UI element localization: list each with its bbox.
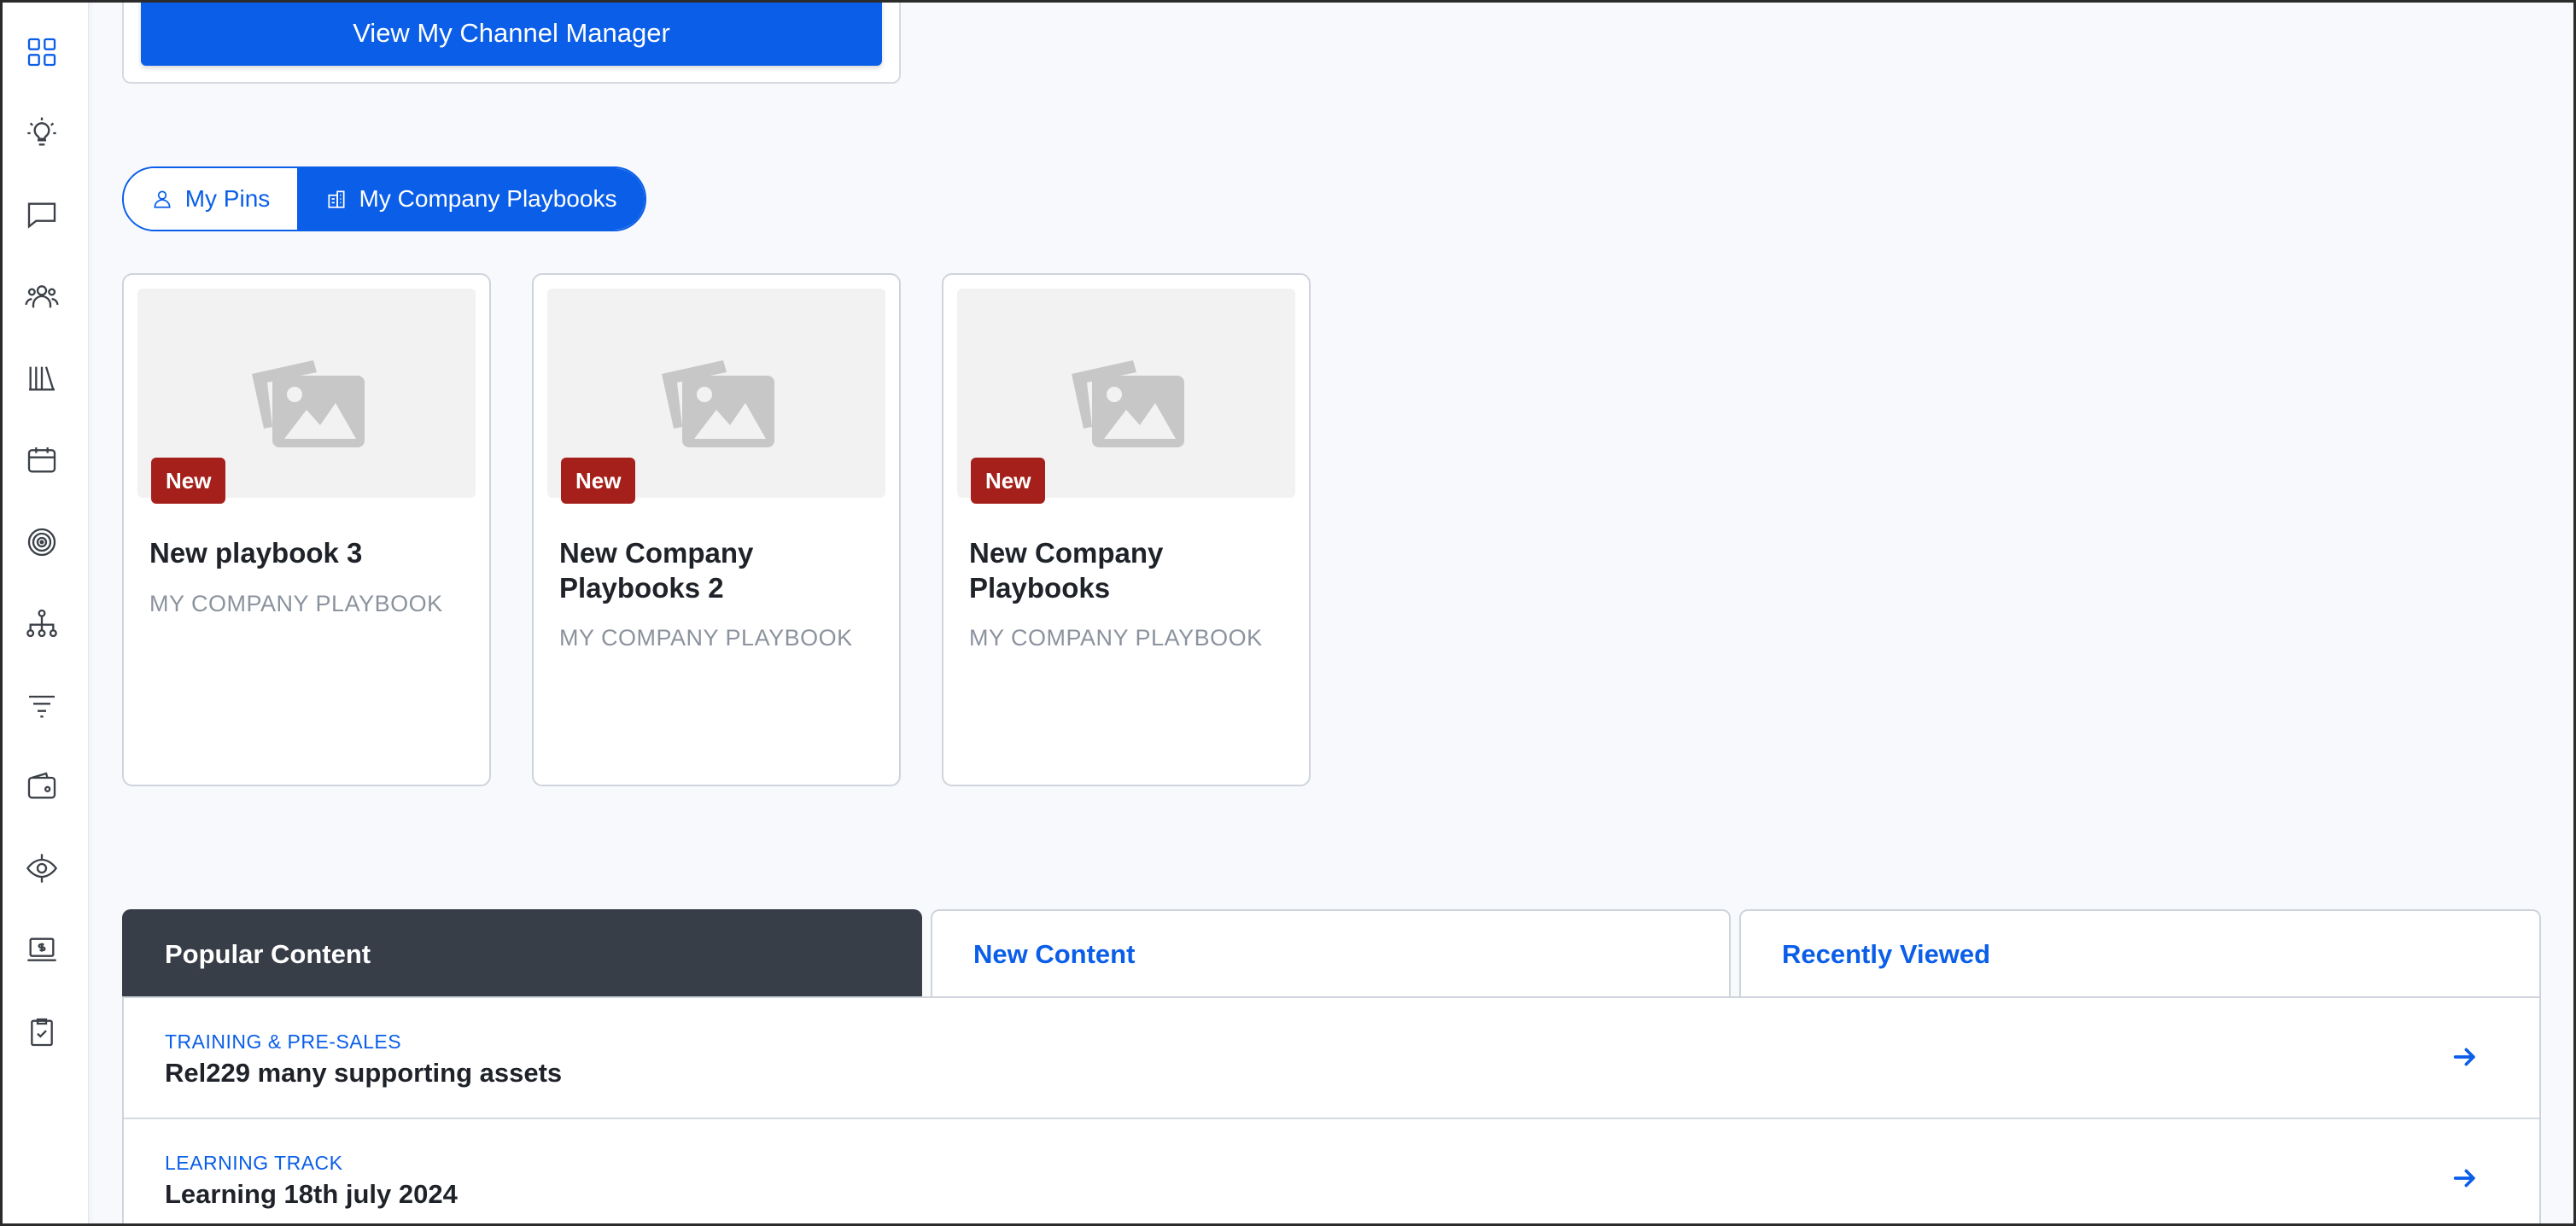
user-icon [154,190,171,208]
org-chart-icon[interactable] [22,604,61,643]
arrow-right-icon[interactable] [2450,1164,2480,1193]
users-group-icon[interactable] [22,277,61,316]
playbook-title: New Company Playbooks [969,537,1164,604]
image-placeholder-icon [1072,360,1184,447]
content-title: Learning 18th july 2024 [165,1179,458,1209]
eye-network-icon[interactable] [22,849,61,888]
playbook-card[interactable]: New New Company Playbooks 2 MY COMPANY P… [532,273,901,786]
playbook-card[interactable]: New New Company Playbooks MY COMPANY PLA… [942,273,1311,786]
dashboard-grid-icon[interactable] [22,32,61,72]
filter-icon[interactable] [22,686,61,725]
laptop-dollar-icon[interactable] [22,931,61,970]
playbook-thumbnail: New [957,289,1295,504]
my-pins-toggle[interactable]: My Pins [124,168,297,230]
list-item[interactable]: LEARNING TRACK Learning 18th july 2024 [124,1119,2539,1226]
lightbulb-icon[interactable] [22,114,61,153]
tab-popular-content[interactable]: Popular Content [122,909,922,998]
new-badge: New [151,458,226,504]
calendar-icon[interactable] [22,441,61,480]
image-placeholder-icon [252,360,365,447]
content-title: Rel229 many supporting assets [165,1058,563,1088]
content-category: LEARNING TRACK [165,1152,343,1174]
new-badge: New [561,458,636,504]
building-icon [328,190,345,208]
image-placeholder-icon [662,360,774,447]
pins-playbooks-toggle: My Pins My Company Playbooks [122,166,646,231]
wallet-icon[interactable] [22,767,61,806]
my-company-playbooks-toggle[interactable]: My Company Playbooks [297,168,645,230]
arrow-right-icon[interactable] [2450,1042,2480,1071]
new-badge: New [971,458,1046,504]
content-list: TRAINING & PRE-SALES Rel229 many support… [122,996,2541,1226]
list-item[interactable]: TRAINING & PRE-SALES Rel229 many support… [124,998,2539,1119]
tab-new-content[interactable]: New Content [931,909,1731,998]
my-company-playbooks-label: My Company Playbooks [359,185,617,212]
playbook-subtitle: MY COMPANY PLAYBOOK [149,591,443,616]
library-books-icon[interactable] [22,359,61,398]
target-icon[interactable] [22,523,61,562]
playbook-card[interactable]: New New playbook 3 MY COMPANY PLAYBOOK [122,273,491,786]
content-category: TRAINING & PRE-SALES [165,1030,402,1053]
chat-bubble-icon[interactable] [22,196,61,235]
sidebar [0,0,89,1226]
view-channel-manager-button[interactable]: View My Channel Manager [141,0,882,66]
playbook-thumbnail: New [137,289,476,504]
playbook-title: New playbook 3 [149,537,363,569]
playbook-subtitle: MY COMPANY PLAYBOOK [969,625,1263,651]
playbook-title: New Company Playbooks 2 [559,537,754,604]
playbook-thumbnail: New [547,289,885,504]
playbook-subtitle: MY COMPANY PLAYBOOK [559,625,853,651]
my-pins-label: My Pins [184,185,271,212]
tab-recently-viewed[interactable]: Recently Viewed [1739,909,2541,998]
clipboard-check-icon[interactable] [22,1013,61,1052]
